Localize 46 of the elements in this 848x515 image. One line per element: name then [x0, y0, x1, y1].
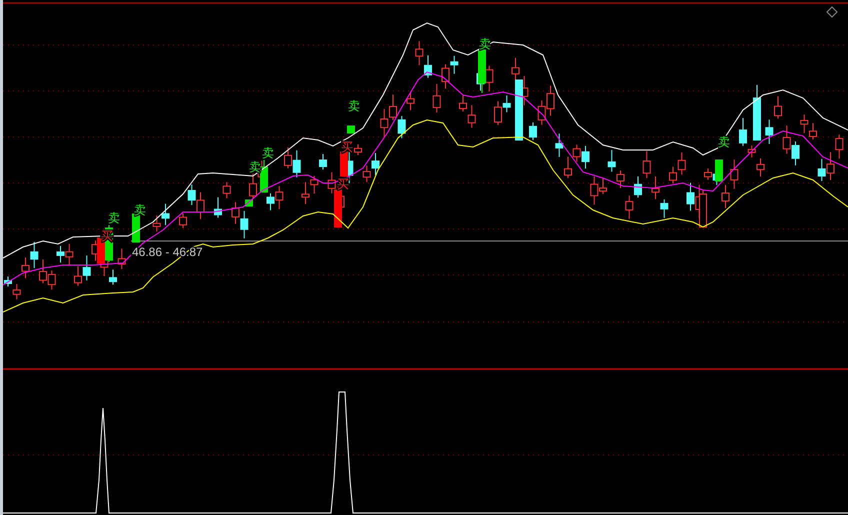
candlestick [222, 182, 231, 199]
candlestick [415, 40, 424, 66]
candlestick [48, 270, 56, 290]
candlestick [292, 150, 301, 178]
candlestick [406, 92, 414, 111]
candlestick [753, 84, 761, 140]
candlestick [502, 94, 511, 113]
candlestick [450, 55, 458, 74]
sell-signal-label: 卖 [108, 211, 120, 225]
sell-signal-label: 卖 [249, 160, 261, 174]
candlestick [572, 144, 581, 162]
candlestick [118, 248, 126, 270]
candlestick [398, 115, 406, 139]
candlestick [538, 100, 546, 126]
candlestick [660, 198, 668, 218]
sell-signal-label: 卖 [348, 99, 360, 113]
candlestick [240, 210, 248, 239]
candlestick [347, 126, 355, 134]
diamond-icon [826, 6, 838, 18]
candlestick [782, 125, 791, 154]
candlestick [310, 175, 318, 194]
buy-signal-label: 买 [341, 140, 353, 154]
candlestick [835, 134, 844, 160]
candlestick [380, 108, 388, 138]
candlestick [152, 214, 161, 232]
candlestick [555, 133, 564, 158]
candlestick [82, 255, 91, 281]
candlestick [179, 212, 187, 228]
candlestick [765, 119, 774, 144]
candlestick [468, 104, 476, 128]
candlestick [678, 152, 686, 176]
candlestick [800, 114, 808, 134]
candlestick [432, 83, 441, 114]
candlestick [625, 195, 634, 220]
candlestick [188, 184, 196, 206]
candlestick [65, 243, 74, 266]
candlestick [730, 159, 738, 190]
sell-signal-label: 卖 [134, 203, 146, 217]
candlestick [642, 150, 651, 179]
candlestick [30, 241, 38, 269]
candlestick [275, 186, 284, 210]
candlestick [608, 149, 616, 172]
candlestick [362, 165, 371, 183]
sell-signal-label: 卖 [262, 146, 274, 160]
buy-signal-label: 买 [337, 177, 349, 191]
candlestick [818, 158, 826, 182]
